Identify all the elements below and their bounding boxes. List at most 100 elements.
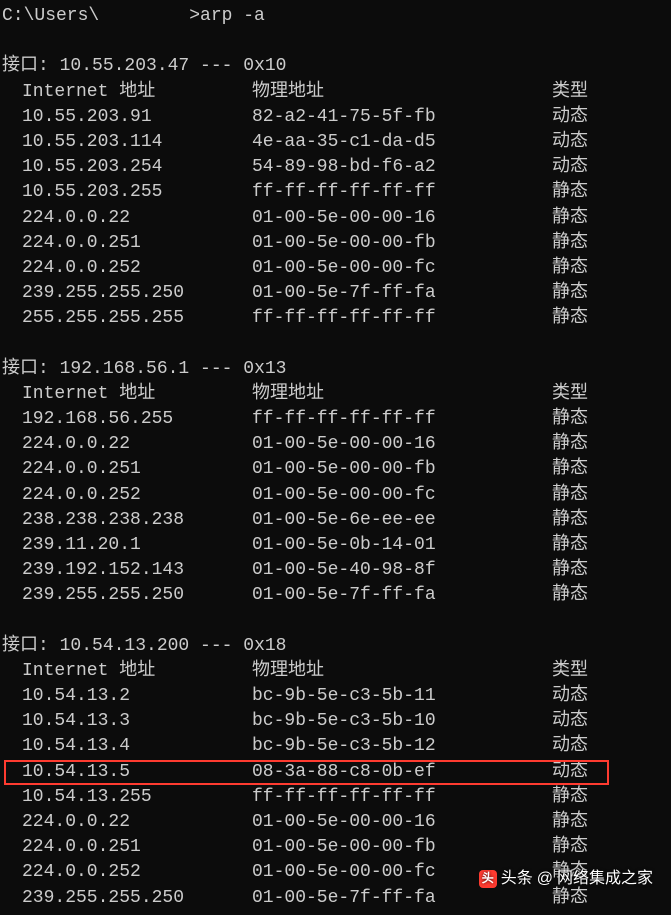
- col-header-mac: 物理地址: [252, 382, 552, 407]
- arp-mac: ff-ff-ff-ff-ff-ff: [252, 306, 552, 331]
- arp-entry: 224.0.0.25101-00-5e-00-00-fb静态: [2, 835, 669, 860]
- interface-label: 接口:: [2, 357, 60, 382]
- arp-entry: 10.55.203.1144e-aa-35-c1-da-d5动态: [2, 130, 669, 155]
- arp-ip: 239.255.255.250: [22, 886, 252, 911]
- command-text: arp -a: [200, 4, 265, 29]
- interface-hexid: 0x10: [243, 54, 286, 79]
- arp-type: 静态: [552, 810, 588, 835]
- interface-header: 接口: 192.168.56.1 --- 0x13: [2, 357, 669, 382]
- arp-type: 动态: [552, 734, 588, 759]
- arp-ip: 10.55.203.91: [22, 105, 252, 130]
- arp-ip: 10.54.13.255: [22, 785, 252, 810]
- arp-type: 静态: [552, 835, 588, 860]
- watermark: 头 头条 @ 网络集成之家: [479, 868, 653, 890]
- arp-ip: 238.238.238.238: [22, 508, 252, 533]
- interface-sep: ---: [200, 634, 243, 659]
- arp-mac: 54-89-98-bd-f6-a2: [252, 155, 552, 180]
- arp-ip: 192.168.56.255: [22, 407, 252, 432]
- arp-entry: 239.255.255.25001-00-5e-7f-ff-fa静态: [2, 281, 669, 306]
- interface-header: 接口: 10.54.13.200 --- 0x18: [2, 634, 669, 659]
- arp-type: 静态: [552, 180, 588, 205]
- prompt-suffix: >: [189, 4, 200, 29]
- arp-entry: 238.238.238.23801-00-5e-6e-ee-ee静态: [2, 508, 669, 533]
- col-header-type: 类型: [552, 382, 588, 407]
- interface-label: 接口:: [2, 54, 60, 79]
- arp-type: 静态: [552, 583, 588, 608]
- arp-type: 静态: [552, 281, 588, 306]
- arp-entry: 10.54.13.255ff-ff-ff-ff-ff-ff静态: [2, 785, 669, 810]
- arp-mac: 01-00-5e-00-00-fc: [252, 256, 552, 281]
- arp-ip: 10.55.203.255: [22, 180, 252, 205]
- arp-entry: 224.0.0.25201-00-5e-00-00-fc静态: [2, 256, 669, 281]
- arp-ip: 255.255.255.255: [22, 306, 252, 331]
- arp-type: 动态: [552, 709, 588, 734]
- arp-entry: 224.0.0.25101-00-5e-00-00-fb静态: [2, 231, 669, 256]
- arp-entry: 10.54.13.3bc-9b-5e-c3-5b-10动态: [2, 709, 669, 734]
- arp-entry: 239.11.20.101-00-5e-0b-14-01静态: [2, 533, 669, 558]
- arp-type: 动态: [552, 105, 588, 130]
- arp-ip: 224.0.0.22: [22, 206, 252, 231]
- interface-hexid: 0x18: [243, 634, 286, 659]
- toutiao-logo-icon: 头: [479, 870, 497, 888]
- arp-ip: 224.0.0.251: [22, 835, 252, 860]
- arp-type: 静态: [552, 558, 588, 583]
- arp-mac: 01-00-5e-00-00-16: [252, 432, 552, 457]
- arp-entry: 192.168.56.255ff-ff-ff-ff-ff-ff静态: [2, 407, 669, 432]
- column-headers: Internet 地址物理地址类型: [2, 80, 669, 105]
- arp-ip: 10.54.13.3: [22, 709, 252, 734]
- arp-entry: 10.55.203.25454-89-98-bd-f6-a2动态: [2, 155, 669, 180]
- arp-mac: ff-ff-ff-ff-ff-ff: [252, 785, 552, 810]
- arp-type: 静态: [552, 231, 588, 256]
- arp-mac: 01-00-5e-40-98-8f: [252, 558, 552, 583]
- interface-hexid: 0x13: [243, 357, 286, 382]
- arp-entry: 239.255.255.25001-00-5e-7f-ff-fa静态: [2, 583, 669, 608]
- arp-entry: 10.55.203.9182-a2-41-75-5f-fb动态: [2, 105, 669, 130]
- arp-type: 静态: [552, 483, 588, 508]
- arp-type: 动态: [552, 684, 588, 709]
- arp-entry: 10.54.13.4bc-9b-5e-c3-5b-12动态: [2, 734, 669, 759]
- arp-mac: bc-9b-5e-c3-5b-10: [252, 709, 552, 734]
- arp-ip: 224.0.0.252: [22, 483, 252, 508]
- arp-ip: 10.54.13.5: [22, 760, 252, 785]
- arp-type: 静态: [552, 306, 588, 331]
- interface-sep: ---: [200, 54, 243, 79]
- interface-sep: ---: [200, 357, 243, 382]
- col-header-ip: Internet 地址: [22, 80, 252, 105]
- arp-entry: 224.0.0.2201-00-5e-00-00-16静态: [2, 432, 669, 457]
- arp-type: 静态: [552, 533, 588, 558]
- terminal-output: C:\Users\ >arp -a 接口: 10.55.203.47 --- 0x…: [0, 0, 671, 915]
- arp-entry: 224.0.0.2201-00-5e-00-00-16静态: [2, 206, 669, 231]
- arp-mac: bc-9b-5e-c3-5b-12: [252, 734, 552, 759]
- arp-type: 静态: [552, 256, 588, 281]
- arp-ip: 10.55.203.114: [22, 130, 252, 155]
- arp-mac: 01-00-5e-00-00-fb: [252, 231, 552, 256]
- arp-ip: 10.55.203.254: [22, 155, 252, 180]
- arp-ip: 10.54.13.2: [22, 684, 252, 709]
- arp-mac: 01-00-5e-7f-ff-fa: [252, 281, 552, 306]
- blank-line: [2, 609, 669, 634]
- arp-entry: 224.0.0.25201-00-5e-00-00-fc静态: [2, 483, 669, 508]
- col-header-mac: 物理地址: [252, 80, 552, 105]
- username-redacted: [99, 4, 189, 22]
- arp-mac: 01-00-5e-00-00-fb: [252, 835, 552, 860]
- arp-type: 静态: [552, 508, 588, 533]
- arp-entry: 10.54.13.2bc-9b-5e-c3-5b-11动态: [2, 684, 669, 709]
- col-header-type: 类型: [552, 80, 588, 105]
- arp-ip: 224.0.0.251: [22, 231, 252, 256]
- interface-header: 接口: 10.55.203.47 --- 0x10: [2, 54, 669, 79]
- arp-type: 静态: [552, 206, 588, 231]
- watermark-at: @: [537, 868, 553, 890]
- interface-ip: 10.54.13.200: [60, 634, 200, 659]
- interface-ip: 10.55.203.47: [60, 54, 200, 79]
- arp-entry: 224.0.0.2201-00-5e-00-00-16静态: [2, 810, 669, 835]
- arp-mac: ff-ff-ff-ff-ff-ff: [252, 407, 552, 432]
- prompt-prefix: C:\Users\: [2, 4, 99, 29]
- arp-ip: 224.0.0.251: [22, 457, 252, 482]
- arp-type: 静态: [552, 785, 588, 810]
- arp-mac: 08-3a-88-c8-0b-ef: [252, 760, 552, 785]
- arp-mac: 01-00-5e-6e-ee-ee: [252, 508, 552, 533]
- arp-entry: 239.192.152.14301-00-5e-40-98-8f静态: [2, 558, 669, 583]
- arp-entry: 255.255.255.255ff-ff-ff-ff-ff-ff静态: [2, 306, 669, 331]
- arp-ip: 224.0.0.252: [22, 860, 252, 885]
- arp-mac: 01-00-5e-7f-ff-fa: [252, 583, 552, 608]
